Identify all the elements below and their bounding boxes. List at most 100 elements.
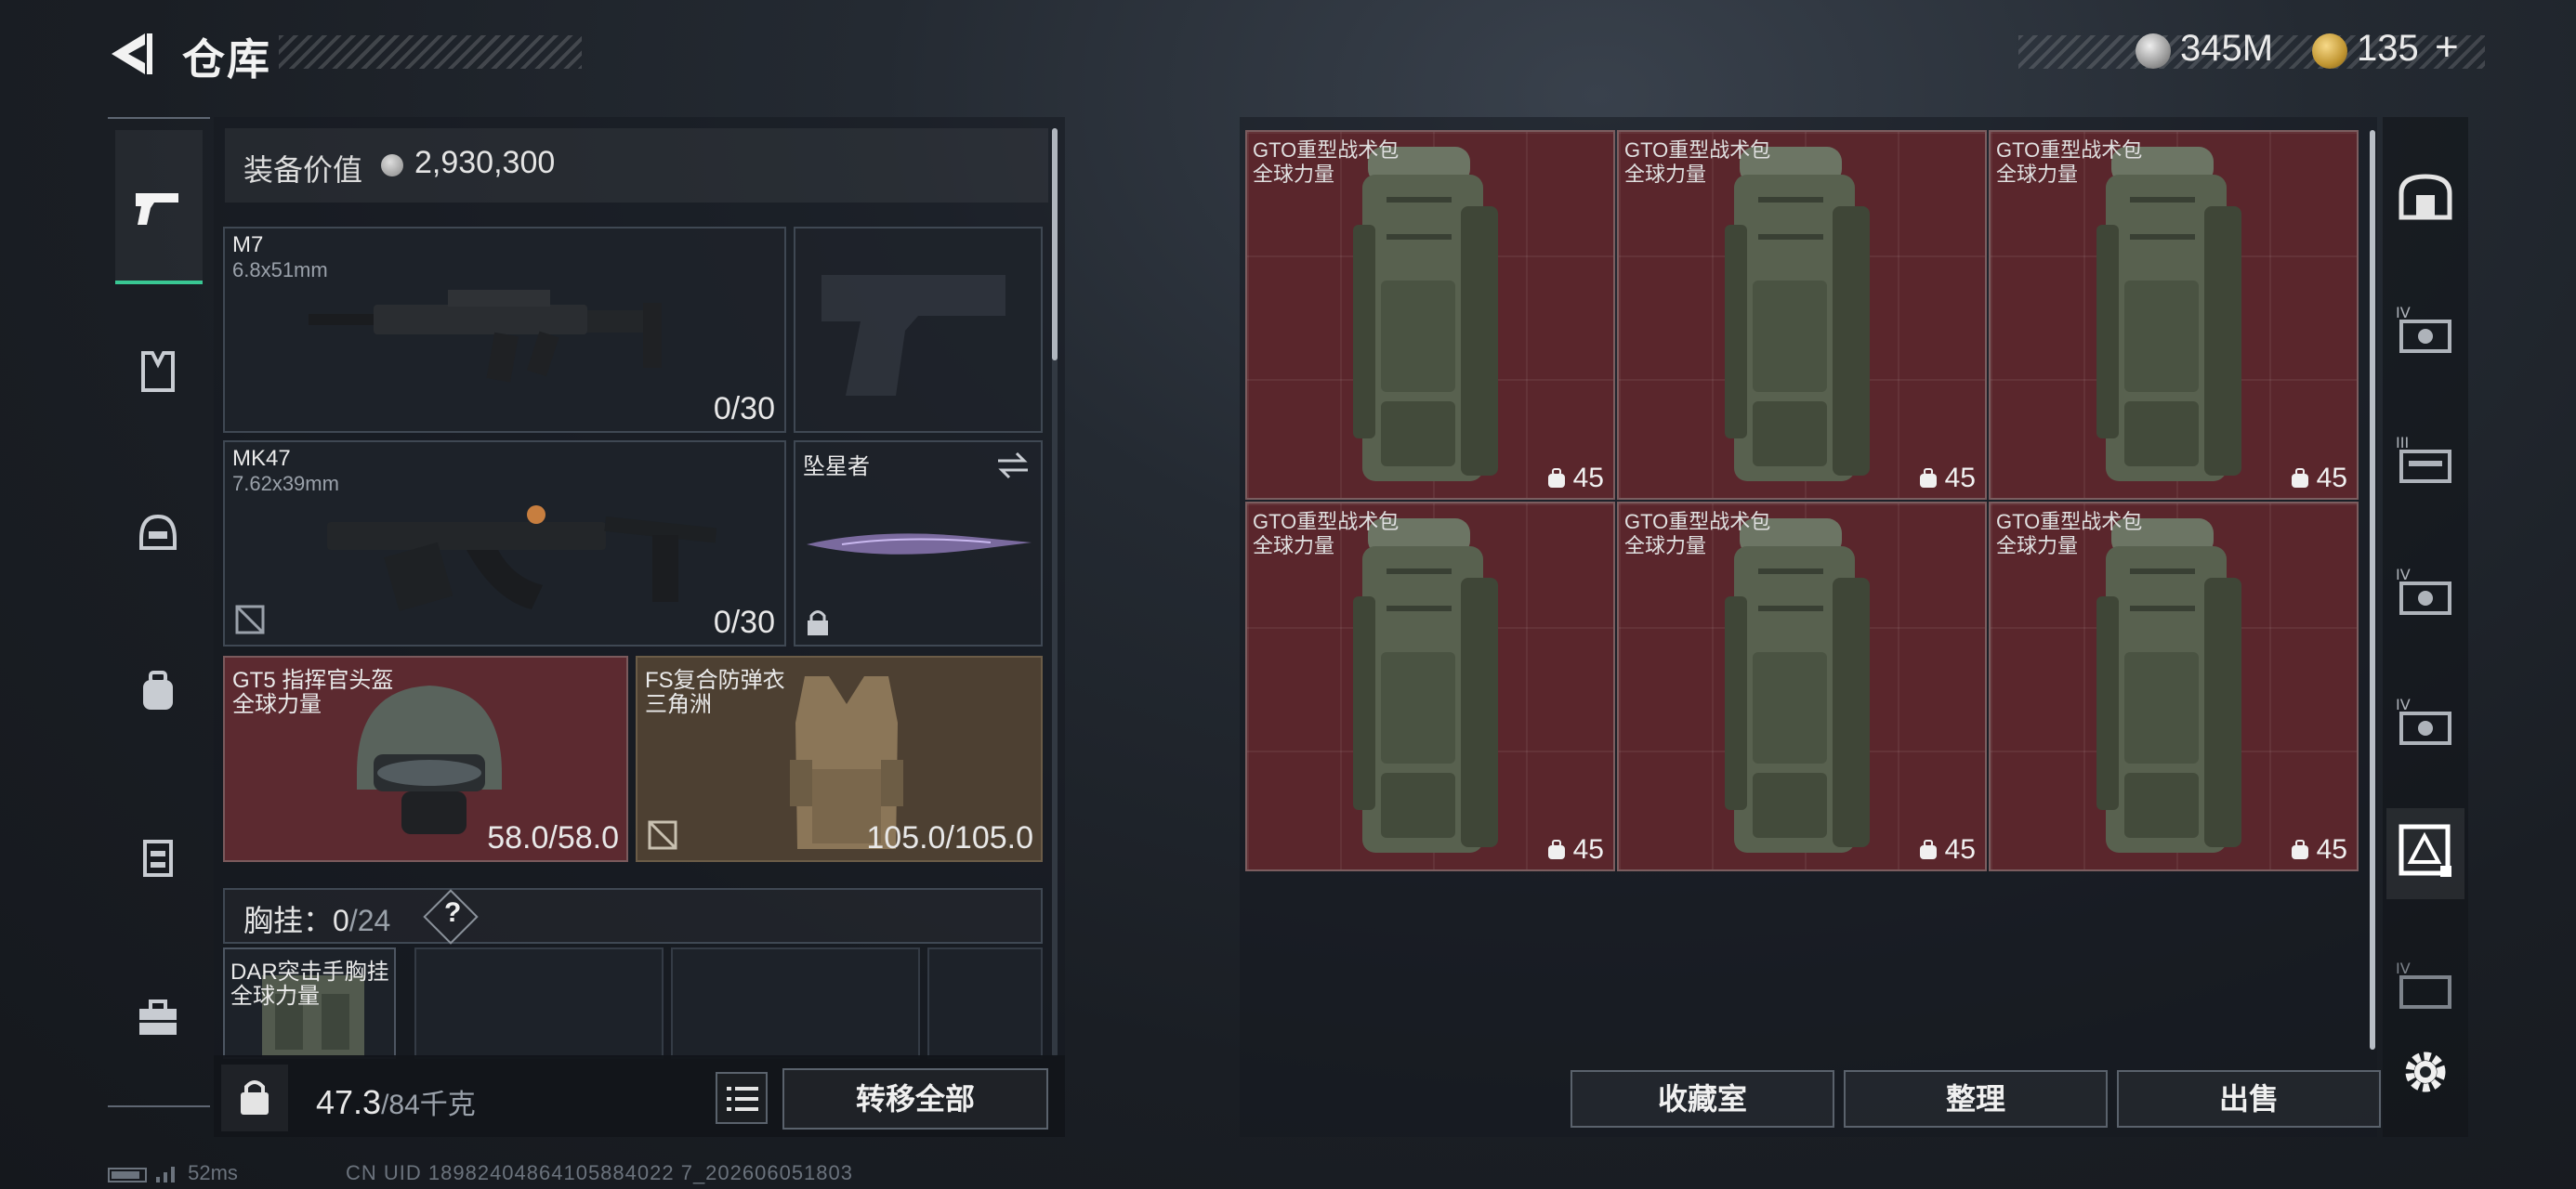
storage-item-count: 45: [1572, 834, 1604, 865]
pistol-silhouette-icon: [821, 275, 1005, 396]
rail-weapons-tab[interactable]: [130, 180, 186, 236]
durability: 105.0/105.0: [866, 820, 1033, 856]
network-status: 52ms: [108, 1161, 238, 1185]
storage-item-count: 45: [2316, 834, 2347, 865]
gold-coin-icon: [2312, 33, 2347, 69]
durability: 58.0/58.0: [487, 820, 619, 856]
backpack-capacity-icon: [2291, 840, 2308, 859]
backpack-capacity-icon: [2291, 468, 2308, 488]
transfer-all-button[interactable]: 转移全部: [782, 1068, 1048, 1130]
sell-button[interactable]: 出售: [2117, 1070, 2381, 1128]
storage-tab-case[interactable]: IV: [2392, 687, 2459, 754]
melee-slot[interactable]: 坠星者: [794, 440, 1043, 647]
helmet-slot[interactable]: GT5 指挥官头盔 全球力量 58.0/58.0: [223, 656, 628, 862]
svg-text:III: III: [2396, 434, 2409, 451]
storage-item-origin: 全球力量: [1253, 534, 1335, 557]
storage-item-count: 45: [1944, 463, 1976, 493]
sort-button[interactable]: 整理: [1844, 1070, 2108, 1128]
tier-iv-case-icon: IV: [2396, 566, 2451, 615]
storage-item[interactable]: GTO重型战术包 全球力量 45: [1245, 130, 1615, 500]
tier-iv-case-icon: IV: [2396, 960, 2451, 1009]
secondary-weapon-slot[interactable]: MK47 7.62x39mm 0/30: [223, 440, 786, 647]
rail-chest-rig-tab[interactable]: [130, 829, 186, 884]
page-title: 仓库: [182, 35, 271, 84]
mod-disabled-icon: [235, 605, 265, 634]
silver-coin-icon: [2136, 33, 2171, 69]
backpack-capacity-icon: [1919, 468, 1937, 488]
svg-text:IV: IV: [2396, 696, 2411, 713]
backpack-icon: [143, 671, 173, 710]
storage-item[interactable]: GTO重型战术包 全球力量 45: [1245, 502, 1615, 871]
storage-item-origin: 全球力量: [1624, 534, 1707, 557]
storage-item[interactable]: GTO重型战术包 全球力量 45: [1617, 502, 1987, 871]
rail-armor-tab[interactable]: [130, 344, 186, 399]
backpack-storage-icon: [2399, 824, 2451, 877]
chest-rig-empty-slot[interactable]: [927, 947, 1043, 1059]
premium-currency-balance: 135: [2357, 28, 2419, 69]
armor-slot[interactable]: FS复合防弹衣 三角洲 105.0/105.0: [636, 656, 1043, 862]
storage-item-capacity: 45: [1545, 834, 1604, 866]
chest-rig-count: 0: [333, 904, 349, 937]
weapon-caliber: 7.62x39mm: [232, 472, 339, 495]
backpack-image: [1353, 147, 1498, 481]
collection-room-button[interactable]: 收藏室: [1571, 1070, 1834, 1128]
backpack-capacity-icon: [1919, 840, 1937, 859]
help-icon[interactable]: ?: [444, 897, 461, 929]
storage-tab-case[interactable]: IV: [2392, 951, 2459, 1018]
back-button[interactable]: [104, 28, 156, 80]
settings-button[interactable]: [2398, 1044, 2453, 1100]
add-currency-button[interactable]: +: [2435, 24, 2459, 71]
gear-icon: [2405, 1052, 2446, 1092]
helmet-icon: [139, 514, 177, 550]
storage-tab-backpack[interactable]: [2392, 817, 2459, 884]
storage-item[interactable]: GTO重型战术包 全球力量 45: [1989, 502, 2359, 871]
storage-item-capacity: 45: [2289, 834, 2347, 866]
coin-icon: [381, 154, 403, 176]
safe-box-icon: [2399, 174, 2452, 220]
backpack-capacity-icon: [1547, 840, 1565, 859]
ping-value: 52ms: [188, 1161, 238, 1184]
svg-text:IV: IV: [2396, 304, 2411, 321]
rail-backpack-tab[interactable]: [130, 663, 186, 719]
title-decoration: [279, 35, 582, 69]
ammo-count: 0/30: [713, 391, 775, 426]
storage-tab-safe[interactable]: [2392, 163, 2459, 230]
ammo-count: 0/30: [713, 605, 775, 640]
sidearm-slot[interactable]: [794, 227, 1043, 433]
tier-iii-case-icon: III: [2396, 434, 2451, 483]
storage-item-capacity: 45: [2289, 463, 2347, 494]
safe-lock-button[interactable]: [221, 1065, 288, 1131]
loadout-scrollbar-thumb[interactable]: [1052, 128, 1058, 360]
rail-toolbox-tab[interactable]: [130, 990, 186, 1046]
storage-tab-case[interactable]: III: [2392, 425, 2459, 492]
toolbox-icon: [139, 1000, 177, 1035]
storage-item-count: 45: [1944, 834, 1976, 865]
battery-signal-icon: [108, 1167, 175, 1183]
storage-scrollbar[interactable]: [2370, 130, 2375, 1050]
carry-weight: 47.3/84千克: [316, 1081, 476, 1122]
list-view-button[interactable]: [716, 1072, 768, 1124]
backpack-image: [1353, 518, 1498, 853]
storage-item[interactable]: GTO重型战术包 全球力量 45: [1989, 130, 2359, 500]
knife-image: [807, 533, 1032, 555]
svg-text:IV: IV: [2396, 566, 2411, 583]
lock-icon: [241, 1080, 269, 1115]
carry-weight-max: /84千克: [381, 1090, 476, 1120]
storage-item[interactable]: GTO重型战术包 全球力量 45: [1617, 130, 1987, 500]
storage-item-origin: 全球力量: [1996, 534, 2079, 557]
storage-tab-case[interactable]: IV: [2392, 295, 2459, 362]
storage-item-capacity: 45: [1917, 463, 1976, 494]
chest-rig-empty-slot[interactable]: [414, 947, 664, 1059]
backpack-capacity-icon: [1547, 468, 1565, 488]
rail-helmet-tab[interactable]: [130, 505, 186, 561]
armor-vest-icon: [141, 351, 175, 392]
list-icon: [727, 1087, 758, 1111]
chest-rig-empty-slot[interactable]: [671, 947, 920, 1059]
storage-item-count: 45: [1572, 463, 1604, 493]
swap-icon[interactable]: [996, 451, 1030, 479]
storage-tab-case[interactable]: IV: [2392, 557, 2459, 624]
equipment-value: 2,930,300: [414, 145, 556, 180]
chest-rig-item[interactable]: DAR突击手胸挂 全球力量: [223, 947, 396, 1059]
chest-rig-origin: 全球力量: [230, 984, 320, 1009]
primary-weapon-slot[interactable]: M7 6.8x51mm 0/30: [223, 227, 786, 433]
